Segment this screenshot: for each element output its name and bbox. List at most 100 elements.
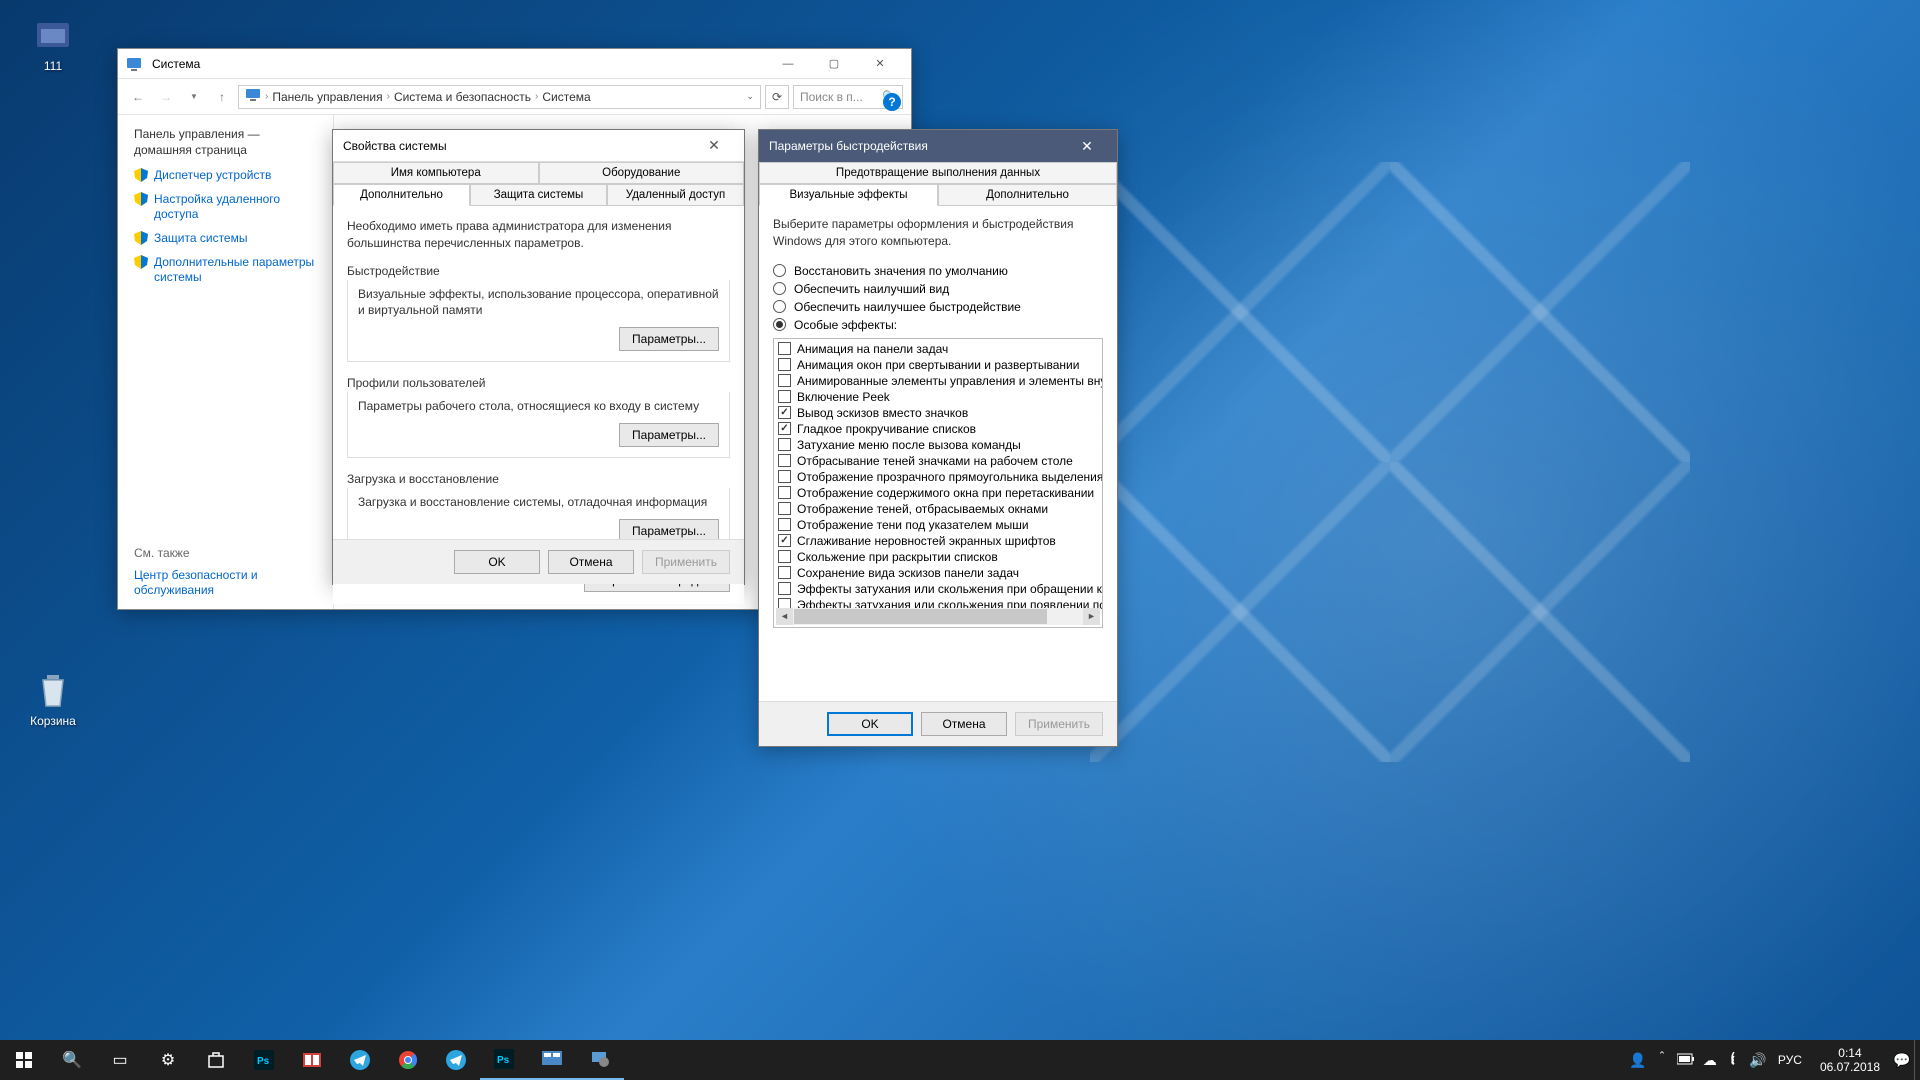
scroll-right-button[interactable]: ►: [1083, 608, 1100, 625]
group-title: Загрузка и восстановление: [347, 472, 730, 486]
checkbox-option[interactable]: Анимированные элементы управления и элем…: [778, 373, 1098, 389]
people-icon[interactable]: 👤: [1626, 1052, 1650, 1069]
checkbox-option[interactable]: Сохранение вида эскизов панели задач: [778, 565, 1098, 581]
checkbox-option[interactable]: Анимация окон при свертывании и разверты…: [778, 357, 1098, 373]
photoshop-icon[interactable]: Ps: [240, 1040, 288, 1080]
horizontal-scrollbar[interactable]: ◄ ►: [776, 608, 1100, 625]
forward-button[interactable]: →: [154, 85, 178, 109]
group-title: Профили пользователей: [347, 376, 730, 390]
radio-label: Обеспечить наилучший вид: [794, 282, 949, 296]
settings-icon[interactable]: ⚙: [144, 1040, 192, 1080]
breadcrumb-segment[interactable]: Панель управления: [272, 90, 382, 104]
scroll-left-button[interactable]: ◄: [776, 608, 793, 625]
desktop-icon-recycle-bin[interactable]: Корзина: [15, 670, 91, 728]
radio-option[interactable]: Обеспечить наилучшее быстродействие: [773, 300, 1103, 314]
wifi-icon[interactable]: [1722, 1052, 1746, 1069]
tab-visual-effects[interactable]: Визуальные эффекты: [759, 184, 938, 206]
ok-button[interactable]: OK: [454, 550, 540, 574]
tab-dep[interactable]: Предотвращение выполнения данных: [759, 162, 1117, 184]
checkbox-option[interactable]: Отображение теней, отбрасываемых окнами: [778, 501, 1098, 517]
tray-expand-icon[interactable]: ＾: [1650, 1050, 1674, 1070]
language-indicator[interactable]: РУС: [1770, 1053, 1810, 1067]
apply-button[interactable]: Применить: [1015, 712, 1103, 736]
sidebar-link-advanced[interactable]: Дополнительные параметры системы: [134, 255, 317, 286]
notifications-icon[interactable]: 💬: [1890, 1052, 1914, 1069]
checkbox-option[interactable]: Отображение прозрачного прямоугольника в…: [778, 469, 1098, 485]
radio-option[interactable]: Восстановить значения по умолчанию: [773, 264, 1103, 278]
total-commander-icon[interactable]: [288, 1040, 336, 1080]
ok-button[interactable]: OK: [827, 712, 913, 736]
tab-computer-name[interactable]: Имя компьютера: [333, 162, 539, 184]
checkbox-icon: [778, 422, 791, 435]
cancel-button[interactable]: Отмена: [548, 550, 634, 574]
checkbox-label: Скольжение при раскрытии списков: [797, 550, 998, 564]
sidebar-link-remote[interactable]: Настройка удаленного доступа: [134, 192, 317, 223]
checkbox-option[interactable]: Гладкое прокручивание списков: [778, 421, 1098, 437]
breadcrumb-segment[interactable]: Система: [542, 90, 590, 104]
start-button[interactable]: [0, 1040, 48, 1080]
recent-dropdown[interactable]: ▼: [182, 85, 206, 109]
checkbox-icon: [778, 374, 791, 387]
control-panel-sidebar: Панель управления — домашняя страница Ди…: [118, 115, 333, 609]
cancel-button[interactable]: Отмена: [921, 712, 1007, 736]
show-desktop-button[interactable]: [1914, 1040, 1920, 1080]
battery-icon[interactable]: [1674, 1052, 1698, 1068]
search-button[interactable]: 🔍: [48, 1040, 96, 1080]
checkbox-option[interactable]: Отбрасывание теней значками на рабочем с…: [778, 453, 1098, 469]
tab-protection[interactable]: Защита системы: [470, 184, 607, 206]
up-button[interactable]: ↑: [210, 85, 234, 109]
dialog-titlebar[interactable]: Свойства системы ✕: [333, 130, 744, 162]
control-panel-taskbar-icon[interactable]: [528, 1040, 576, 1080]
store-icon[interactable]: [192, 1040, 240, 1080]
window-titlebar[interactable]: Система — ▢ ✕: [118, 49, 911, 79]
chrome-icon[interactable]: [384, 1040, 432, 1080]
telegram-icon[interactable]: [336, 1040, 384, 1080]
radio-option[interactable]: Обеспечить наилучший вид: [773, 282, 1103, 296]
close-button[interactable]: ✕: [1067, 138, 1107, 155]
tab-advanced[interactable]: Дополнительно: [333, 184, 470, 206]
tab-hardware[interactable]: Оборудование: [539, 162, 745, 184]
checkbox-option[interactable]: Скольжение при раскрытии списков: [778, 549, 1098, 565]
apply-button[interactable]: Применить: [642, 550, 730, 574]
breadcrumb[interactable]: › Панель управления › Система и безопасн…: [238, 85, 761, 109]
scroll-thumb[interactable]: [794, 609, 1047, 624]
profiles-settings-button[interactable]: Параметры...: [619, 423, 719, 447]
taskbar-clock[interactable]: 0:14 06.07.2018: [1810, 1046, 1890, 1075]
checkbox-option[interactable]: Сглаживание неровностей экранных шрифтов: [778, 533, 1098, 549]
tab-remote[interactable]: Удаленный доступ: [607, 184, 744, 206]
checkbox-option[interactable]: Эффекты затухания или скольжения при обр…: [778, 581, 1098, 597]
checkbox-option[interactable]: Включение Peek: [778, 389, 1098, 405]
onedrive-icon[interactable]: ☁: [1698, 1052, 1722, 1069]
maximize-button[interactable]: ▢: [811, 49, 857, 79]
dialog-titlebar[interactable]: Параметры быстродействия ✕: [759, 130, 1117, 162]
address-dropdown[interactable]: ⌄: [746, 91, 754, 102]
system-properties-taskbar-icon[interactable]: [576, 1040, 624, 1080]
desktop-icon-folder[interactable]: 111: [15, 15, 91, 73]
back-button[interactable]: ←: [126, 85, 150, 109]
checkbox-icon: [778, 550, 791, 563]
sidebar-link-device-manager[interactable]: Диспетчер устройств: [134, 168, 317, 184]
photoshop-taskbar-icon[interactable]: Ps: [480, 1040, 528, 1080]
sidebar-link-security-center[interactable]: Центр безопасности и обслуживания: [134, 568, 317, 599]
radio-option[interactable]: Особые эффекты:: [773, 318, 1103, 332]
checkbox-option[interactable]: Анимация на панели задач: [778, 341, 1098, 357]
telegram-desktop-icon[interactable]: [432, 1040, 480, 1080]
minimize-button[interactable]: —: [765, 49, 811, 79]
volume-icon[interactable]: 🔊: [1746, 1052, 1770, 1069]
refresh-button[interactable]: ⟳: [765, 85, 789, 109]
checkbox-option[interactable]: Отображение содержимого окна при перетас…: [778, 485, 1098, 501]
tab-advanced[interactable]: Дополнительно: [938, 184, 1117, 206]
close-button[interactable]: ✕: [694, 137, 734, 154]
sidebar-link-protection[interactable]: Защита системы: [134, 231, 317, 247]
breadcrumb-segment[interactable]: Система и безопасность: [394, 90, 531, 104]
performance-settings-button[interactable]: Параметры...: [619, 327, 719, 351]
svg-text:Ps: Ps: [257, 1056, 270, 1067]
checkbox-option[interactable]: Отображение тени под указателем мыши: [778, 517, 1098, 533]
checkbox-option[interactable]: Затухание меню после вызова команды: [778, 437, 1098, 453]
close-button[interactable]: ✕: [857, 49, 903, 79]
help-icon[interactable]: ?: [883, 93, 901, 111]
effects-checklist[interactable]: Анимация на панели задачАнимация окон пр…: [773, 338, 1103, 628]
checkbox-option[interactable]: Вывод эскизов вместо значков: [778, 405, 1098, 421]
task-view-button[interactable]: ▭: [96, 1040, 144, 1080]
sidebar-home-link[interactable]: Панель управления — домашняя страница: [134, 127, 317, 158]
